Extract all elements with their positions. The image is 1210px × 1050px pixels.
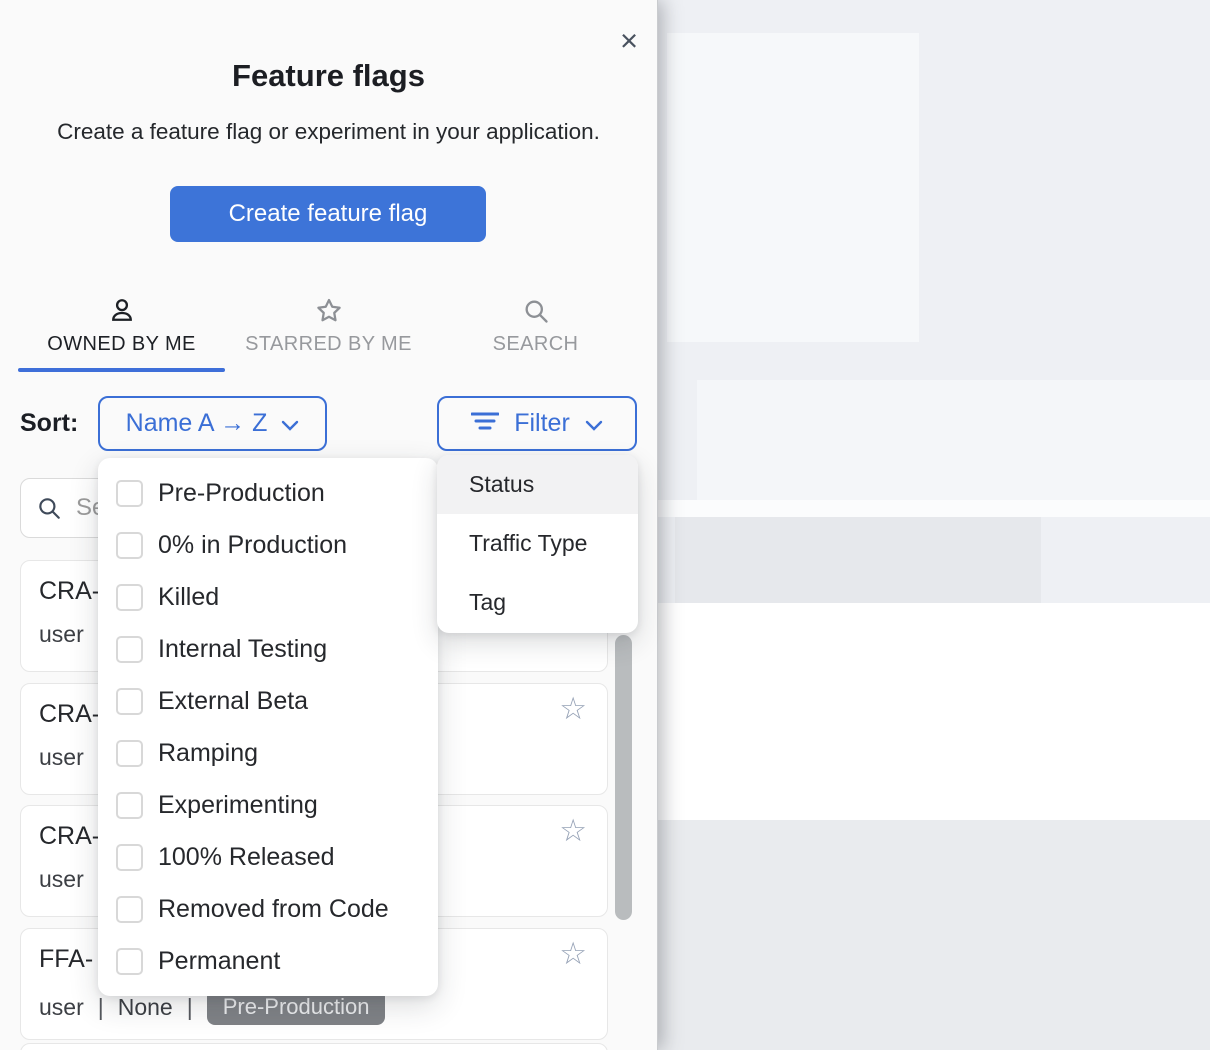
filter-label: Filter — [514, 409, 570, 438]
flag-name: CRA- — [39, 577, 100, 606]
status-option-label: Pre-Production — [158, 479, 325, 508]
chevron-down-icon — [585, 409, 603, 438]
status-option-label: 0% in Production — [158, 531, 347, 560]
status-option[interactable]: Removed from Code — [98, 883, 438, 935]
tab-label: OWNED BY ME — [18, 333, 225, 356]
status-option[interactable]: Ramping — [98, 727, 438, 779]
tab-owned-by-me[interactable]: OWNED BY ME — [18, 296, 225, 356]
checkbox[interactable] — [116, 896, 143, 923]
checkbox[interactable] — [116, 740, 143, 767]
status-option-label: Ramping — [158, 739, 258, 768]
star-icon[interactable]: ☆ — [553, 937, 593, 970]
checkbox[interactable] — [116, 688, 143, 715]
backdrop-block — [697, 380, 1210, 500]
flag-traffic: user — [39, 994, 84, 1021]
status-option[interactable]: Internal Testing — [98, 623, 438, 675]
status-option-label: Experimenting — [158, 791, 318, 820]
checkbox[interactable] — [116, 532, 143, 559]
checkbox[interactable] — [116, 636, 143, 663]
checkbox[interactable] — [116, 948, 143, 975]
checkbox[interactable] — [116, 792, 143, 819]
page-subtitle: Create a feature flag or experiment in y… — [0, 119, 657, 145]
feature-flags-panel: × Feature flags Create a feature flag or… — [0, 0, 658, 1050]
status-option[interactable]: Permanent — [98, 935, 438, 987]
search-icon — [432, 296, 639, 326]
star-icon[interactable]: ☆ — [553, 692, 593, 725]
active-tab-underline — [18, 368, 225, 372]
sort-value: Name A → Z — [126, 409, 268, 438]
tab-search[interactable]: SEARCH — [432, 296, 639, 356]
star-icon[interactable]: ☆ — [553, 814, 593, 847]
tab-label: STARRED BY ME — [225, 333, 432, 356]
status-option[interactable]: Killed — [98, 571, 438, 623]
person-icon — [18, 296, 225, 326]
filter-menu-item-tag[interactable]: Tag — [437, 573, 638, 632]
backdrop-block — [667, 33, 919, 342]
flag-card[interactable] — [20, 1043, 608, 1050]
filter-menu-item-status[interactable]: Status — [437, 455, 638, 514]
filter-menu-item-traffic-type[interactable]: Traffic Type — [437, 514, 638, 573]
flag-name: CRA- — [39, 700, 100, 729]
close-icon[interactable]: × — [610, 22, 648, 60]
flag-traffic: user — [39, 744, 84, 771]
filter-category-menu: Status Traffic Type Tag — [437, 455, 638, 633]
flag-traffic: user — [39, 866, 84, 893]
page-title: Feature flags — [0, 58, 657, 94]
search-icon — [36, 495, 62, 521]
checkbox[interactable] — [116, 480, 143, 507]
screen: × Feature flags Create a feature flag or… — [0, 0, 1210, 1050]
status-option-label: 100% Released — [158, 843, 335, 872]
status-option[interactable]: Pre-Production — [98, 467, 438, 519]
flag-rollout: None — [118, 994, 173, 1021]
filter-dropdown[interactable]: Filter — [437, 396, 637, 451]
flag-traffic: user — [39, 621, 84, 648]
scrollbar-thumb[interactable] — [615, 635, 632, 920]
status-option-label: Killed — [158, 583, 219, 612]
tab-label: SEARCH — [432, 333, 639, 356]
tab-starred-by-me[interactable]: STARRED BY ME — [225, 296, 432, 356]
backdrop-block — [657, 603, 1210, 820]
checkbox[interactable] — [116, 584, 143, 611]
separator: | — [187, 994, 193, 1021]
sort-dropdown[interactable]: Name A → Z — [98, 396, 327, 451]
backdrop-page — [657, 0, 1210, 1050]
status-option[interactable]: External Beta — [98, 675, 438, 727]
status-option-label: Removed from Code — [158, 895, 389, 924]
status-option[interactable]: 0% in Production — [98, 519, 438, 571]
status-option-label: Permanent — [158, 947, 280, 976]
status-option-label: External Beta — [158, 687, 308, 716]
backdrop-block — [657, 820, 1210, 1050]
backdrop-block — [657, 500, 1210, 517]
status-option[interactable]: 100% Released — [98, 831, 438, 883]
flag-name: FFA- — [39, 945, 93, 974]
star-icon — [225, 296, 432, 326]
checkbox[interactable] — [116, 844, 143, 871]
backdrop-block — [675, 517, 1041, 603]
status-option-label: Internal Testing — [158, 635, 327, 664]
flag-name: CRA- — [39, 822, 100, 851]
sort-label: Sort: — [20, 409, 78, 438]
create-feature-flag-button[interactable]: Create feature flag — [170, 186, 486, 242]
status-filter-menu: Pre-Production 0% in Production Killed I… — [98, 458, 438, 996]
chevron-down-icon — [281, 409, 299, 438]
status-option[interactable]: Experimenting — [98, 779, 438, 831]
filter-icon — [471, 409, 499, 438]
separator: | — [98, 994, 104, 1021]
